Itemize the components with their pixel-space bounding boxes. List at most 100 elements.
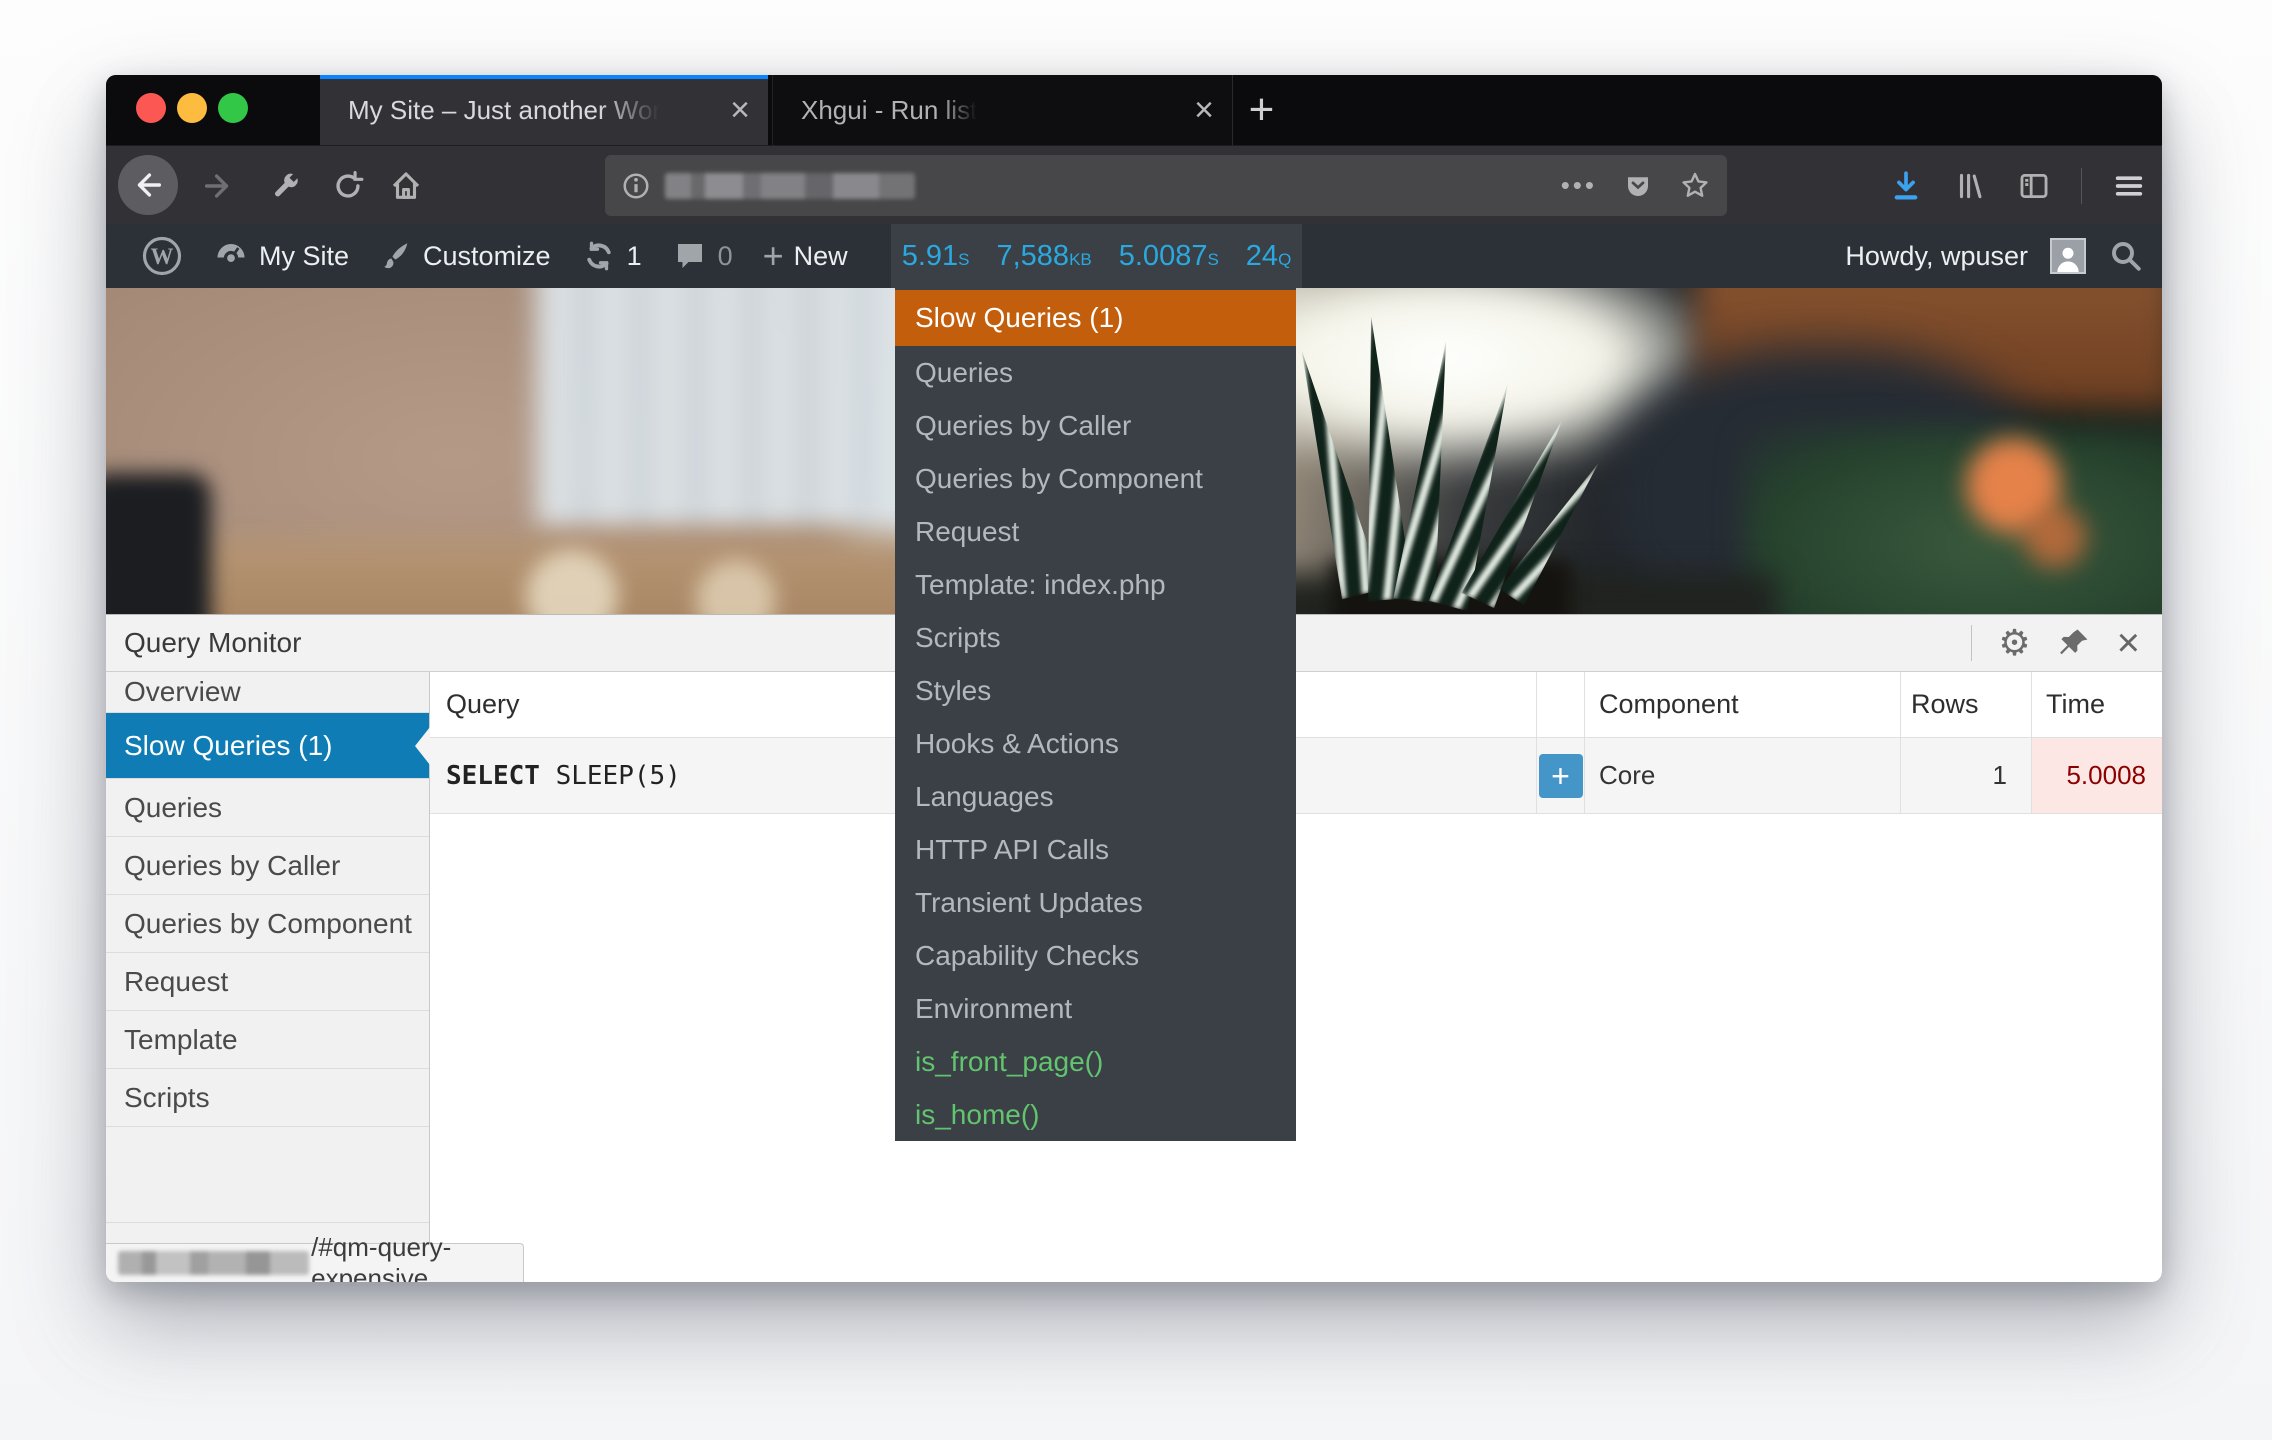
dropdown-item-capability-checks[interactable]: Capability Checks [895,929,1296,982]
dropdown-item-queries-by-component[interactable]: Queries by Component [895,452,1296,505]
dropdown-item-template[interactable]: Template: index.php [895,558,1296,611]
dropdown-item-environment[interactable]: Environment [895,982,1296,1035]
qm-sidebar: Overview Slow Queries (1) Queries Querie… [106,672,430,1282]
comment-count: 0 [718,241,733,272]
updates-refresh-icon [581,238,617,274]
comments-menu[interactable]: 0 [657,224,748,288]
dropdown-item-is-home[interactable]: is_home() [895,1088,1296,1141]
library-button[interactable] [1953,169,1987,203]
time-cell: 5.0008 [2032,738,2162,813]
dropdown-item-http-api-calls[interactable]: HTTP API Calls [895,823,1296,876]
new-label: New [794,241,848,272]
sidebar-item-scripts[interactable]: Scripts [106,1069,429,1127]
hamburger-menu-icon [2112,169,2146,203]
component-cell: Core [1585,738,1901,813]
dropdown-item-languages[interactable]: Languages [895,770,1296,823]
qm-query-time: 5.0087s [1119,240,1219,273]
dropdown-item-transient-updates[interactable]: Transient Updates [895,876,1296,929]
column-header-component: Component [1585,672,1901,737]
brush-icon [379,239,413,273]
dropdown-item-queries[interactable]: Queries [895,346,1296,399]
sidebar-item-queries-by-component[interactable]: Queries by Component [106,895,429,953]
dropdown-item-is-front-page[interactable]: is_front_page() [895,1035,1296,1088]
traffic-lights [136,93,248,123]
reload-button[interactable] [326,156,370,216]
dropdown-item-hooks-actions[interactable]: Hooks & Actions [895,717,1296,770]
forward-arrow-icon [201,169,235,203]
my-site-menu[interactable]: My Site [198,224,364,288]
navigation-toolbar: ••• [106,145,2162,224]
home-button[interactable] [384,156,428,216]
status-url-fragment: /#qm-query-expensive [311,1232,523,1282]
site-dashboard-icon [213,238,249,274]
downloads-button[interactable] [1889,169,1923,203]
wrench-tools-button[interactable] [264,156,308,216]
sidebar-item-queries-by-caller[interactable]: Queries by Caller [106,837,429,895]
panel-title: Query Monitor [106,627,301,659]
howdy-account-menu[interactable]: Howdy, wpuser [1845,241,2028,272]
column-header-time: Time [2032,672,2162,737]
dropdown-item-scripts[interactable]: Scripts [895,611,1296,664]
minimize-window-button[interactable] [177,93,207,123]
comment-bubble-icon [672,238,708,274]
my-site-label: My Site [259,241,349,272]
toggle-cell: + [1537,738,1585,813]
selected-item-arrow [415,727,430,765]
qm-query-count: 24q [1246,240,1292,273]
tab-xhgui[interactable]: Xhgui - Run list × [772,75,1232,145]
customize-menu[interactable]: Customize [364,224,566,288]
tab-title: Xhgui - Run list [773,95,977,126]
site-info-icon [621,171,651,201]
tab-title: My Site – Just another WordPress si [320,95,660,126]
search-icon[interactable] [2108,238,2144,274]
address-bar[interactable]: ••• [605,155,1727,216]
browser-window: My Site – Just another WordPress si × Xh… [106,75,2162,1282]
updates-menu[interactable]: 1 [566,224,657,288]
library-books-icon [1953,169,1987,203]
new-tab-button[interactable]: + [1232,75,1290,145]
table-header-row: Query Component Rows Time [430,672,2162,738]
tab-close-icon[interactable]: × [1194,75,1214,145]
tab-my-site[interactable]: My Site – Just another WordPress si × [320,75,768,145]
reload-icon [331,169,365,203]
close-window-button[interactable] [136,93,166,123]
wp-admin-bar: W My Site Customize [106,224,2162,288]
svg-text:W: W [151,244,174,269]
new-content-menu[interactable]: + New [748,224,863,288]
sidebar-item-slow-queries[interactable]: Slow Queries (1) [106,713,429,779]
settings-gear-icon[interactable]: ⚙ [1998,625,2030,661]
wordpress-logo-icon: W [141,235,183,277]
rows-cell: 1 [1901,738,2032,813]
sidebar-toggle-icon [2017,169,2051,203]
page-actions-icon[interactable]: ••• [1561,170,1597,201]
qm-memory: 7,588kb [996,240,1091,273]
zoom-window-button[interactable] [218,93,248,123]
slow-queries-table: Query Component Rows Time SELECT SLEEP(5… [430,672,2162,814]
back-button[interactable] [118,155,178,215]
user-silhouette-icon [2053,242,2083,272]
tab-bar: My Site – Just another WordPress si × Xh… [106,75,2162,145]
sidebar-item-queries[interactable]: Queries [106,779,429,837]
tab-close-icon[interactable]: × [730,75,750,145]
avatar[interactable] [2050,238,2086,274]
dropdown-item-styles[interactable]: Styles [895,664,1296,717]
forward-button[interactable] [196,156,240,216]
desktop-background: My Site – Just another WordPress si × Xh… [0,0,2272,1440]
close-panel-icon[interactable]: × [2117,623,2140,663]
menu-button[interactable] [2112,169,2146,203]
home-icon [389,169,423,203]
pin-panel-icon[interactable] [2057,626,2091,660]
bookmark-star-icon[interactable] [1679,170,1711,202]
wp-logo-menu[interactable]: W [126,224,198,288]
pocket-icon[interactable] [1623,171,1653,201]
dropdown-item-request[interactable]: Request [895,505,1296,558]
sidebar-toggle-button[interactable] [2017,169,2051,203]
sidebar-item-template[interactable]: Template [106,1011,429,1069]
dropdown-item-slow-queries[interactable]: Slow Queries (1) [895,290,1296,346]
expand-row-button[interactable]: + [1539,754,1583,798]
sidebar-item-request[interactable]: Request [106,953,429,1011]
sidebar-item-overview[interactable]: Overview [106,672,429,713]
dropdown-item-queries-by-caller[interactable]: Queries by Caller [895,399,1296,452]
query-monitor-admin-menu[interactable]: 5.91s 7,588kb 5.0087s 24q [891,224,1302,288]
column-header-toggle [1537,672,1585,737]
